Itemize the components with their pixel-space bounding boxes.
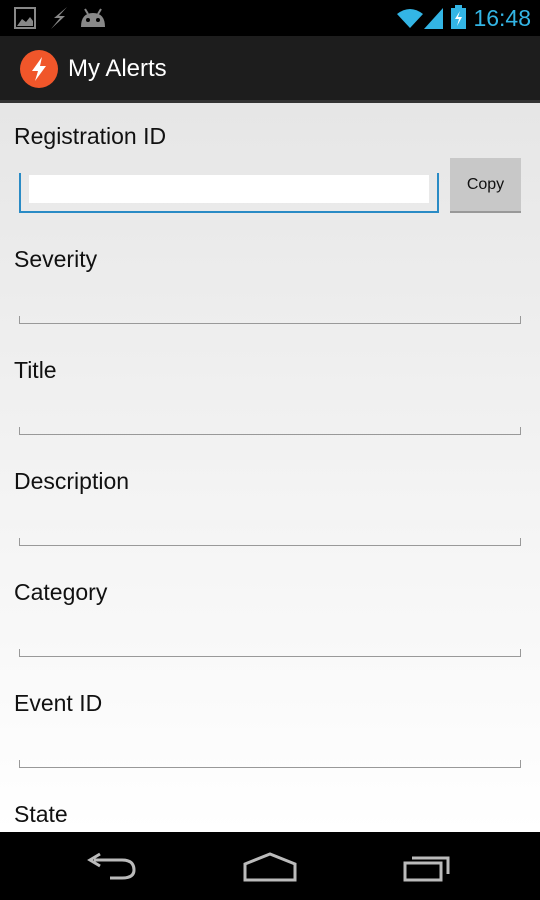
home-icon[interactable] [243,852,297,882]
description-input[interactable] [19,538,521,546]
lightning-bolt-icon[interactable] [19,49,59,89]
status-bar: 16:48 [0,0,540,36]
signal-icon [424,8,443,29]
category-label: Category [14,579,108,605]
state-label: State [14,801,68,827]
registration-id-value [29,175,429,203]
alert-form: Registration ID Copy Severity Title Desc… [0,103,540,832]
back-icon[interactable] [86,852,138,882]
category-input[interactable] [19,649,521,657]
title-input[interactable] [19,427,521,435]
app-title: My Alerts [68,55,167,82]
registration-id-label: Registration ID [14,123,167,149]
android-icon [81,8,105,27]
copy-button[interactable]: Copy [450,158,521,213]
event-id-input[interactable] [19,760,521,768]
title-label: Title [14,357,57,383]
recent-apps-icon[interactable] [402,852,454,882]
battery-charging-icon [451,5,466,29]
navigation-bar [0,832,540,900]
event-id-label: Event ID [14,690,103,716]
severity-label: Severity [14,246,98,272]
action-bar: My Alerts [0,36,540,103]
registration-id-input[interactable] [19,173,439,213]
clock: 16:48 [473,5,531,31]
wifi-icon [397,9,423,28]
severity-input[interactable] [19,316,521,324]
flash-icon [51,7,67,29]
gallery-icon [14,7,36,29]
description-label: Description [14,468,130,494]
